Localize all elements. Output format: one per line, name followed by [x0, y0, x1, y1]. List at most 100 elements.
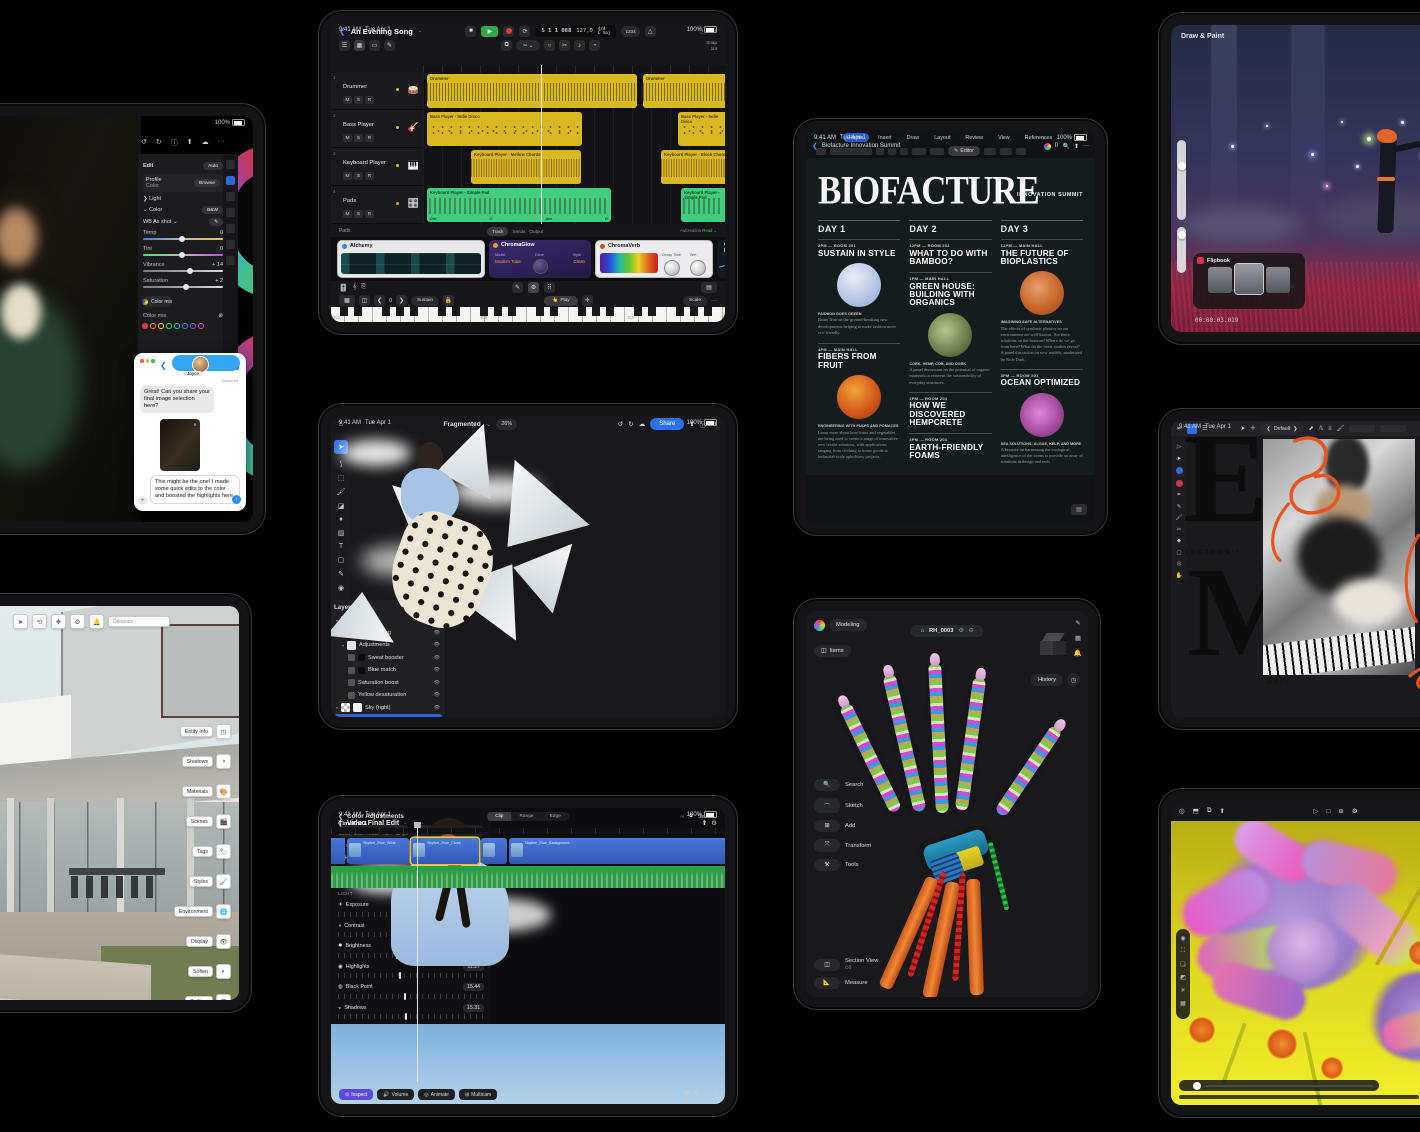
styles-icon[interactable]: 🖌 [216, 874, 231, 889]
add-attachment-button[interactable]: + [138, 496, 147, 505]
info-icon[interactable]: ⓘ [171, 138, 178, 148]
temp-slider[interactable] [143, 238, 223, 240]
split-icon[interactable]: ✂ [559, 40, 570, 51]
midi-region[interactable]: Keyboard Player - Simple Pad [681, 188, 725, 222]
pencil-icon[interactable]: ✎ [1075, 619, 1080, 627]
search-icon[interactable]: 🔍 [814, 779, 840, 791]
flipbook-frame-current[interactable] [1235, 264, 1263, 294]
layer-row-selected[interactable]: Curve👁 [334, 714, 442, 717]
sustain-button[interactable]: Sustain [411, 296, 439, 306]
opacity-slider[interactable] [1177, 227, 1186, 273]
saturation-slider[interactable] [143, 286, 223, 288]
adjustment-row[interactable]: ◍Black Point15.44 [338, 983, 484, 999]
mobile-view-icon[interactable]: ⌷ [1055, 143, 1059, 150]
tab-output[interactable]: Output [529, 229, 543, 234]
wet-knob[interactable] [690, 260, 706, 276]
more-icon[interactable]: ··· [218, 138, 225, 148]
app-logo-icon[interactable] [814, 620, 825, 631]
soften-button[interactable]: Soften [188, 966, 213, 977]
versions-icon[interactable] [226, 256, 235, 265]
vibrance-slider[interactable] [143, 270, 223, 272]
material-icon[interactable]: ◩ [1180, 974, 1186, 981]
zoom-tool-icon[interactable]: ◎ [1177, 561, 1182, 567]
flipbook-panel[interactable]: Flipbook [1193, 253, 1305, 309]
tab-sends[interactable]: Sends [512, 229, 525, 234]
flipbook-frame[interactable] [1208, 267, 1232, 293]
layer-row[interactable]: Blue match👁 [334, 664, 442, 677]
copy-icon[interactable]: ⧉ [501, 40, 512, 51]
timeline-clip[interactable]: Skyline_Blue_Background [509, 838, 725, 864]
track-row[interactable]: 1DrummerMSR🥁 [331, 72, 423, 110]
history-button[interactable]: History [1031, 674, 1063, 686]
auto-button[interactable]: Auto [203, 162, 223, 170]
share-icon[interactable]: ⬆ [1074, 143, 1079, 150]
track-row[interactable]: 2Bass PlayerMSR🎸 [331, 110, 423, 148]
crop-icon[interactable] [226, 160, 235, 169]
render-viewport[interactable] [1171, 821, 1420, 1105]
scenes-icon[interactable]: 🎬 [216, 814, 231, 829]
color-mix-dots[interactable] [142, 323, 224, 329]
masking-icon[interactable] [226, 192, 235, 201]
timeline-clip-selected[interactable]: Skyline_Blue_Close [411, 838, 479, 864]
share-icon[interactable]: ⬆ [702, 819, 707, 827]
environment-icon[interactable]: 🌐 [216, 904, 231, 919]
track-row[interactable]: 4PadsMSR🎛️ [331, 186, 423, 224]
track-row[interactable]: 3Keyboard PlayerMSR🎹 [331, 148, 423, 186]
share-icon[interactable]: ⬆ [1219, 807, 1224, 815]
target-icon[interactable]: ◎ [1179, 807, 1185, 815]
cloud-icon[interactable]: ☁ [202, 138, 209, 148]
edit-tool-icon-active[interactable] [226, 176, 235, 185]
wb-select[interactable]: WB As shot ⌄ [143, 219, 178, 225]
document-page[interactable]: BIOFACTURE INNOVATION SUMMIT DAY 1 2PM —… [806, 158, 1095, 475]
settings-icon[interactable]: ⚙ [70, 614, 85, 629]
plugin-alchemy[interactable]: Alchemy [337, 240, 485, 278]
arrange-area[interactable]: Drummer Drummer Bass Player - Indie Disc… [423, 72, 725, 224]
brush-tool-icon[interactable]: 🖌 [1176, 515, 1183, 521]
scenes-button[interactable]: Scenes [186, 816, 213, 827]
automation-setting[interactable]: Automation Read ⌄ [680, 229, 717, 234]
midi-region[interactable]: Keyboard Player - Simple PadDmCAmG [427, 188, 611, 222]
add-icon[interactable]: ⊞ [814, 820, 840, 832]
tab-track[interactable]: Track [487, 227, 508, 236]
duplicate-icon[interactable]: ⧉ [695, 1091, 699, 1098]
select-tool-icon[interactable]: ▷ [1177, 444, 1181, 450]
mixer-view-icon[interactable]: ▦ [354, 40, 365, 51]
clock-icon[interactable]: ◷ [1067, 673, 1080, 686]
plugin-channel-eq[interactable]: Channel EQ [717, 240, 725, 278]
lasso-tool-icon[interactable]: ⟆ [340, 460, 343, 468]
select-icon[interactable]: ➤ [13, 614, 28, 629]
back-icon[interactable]: ❮ [160, 361, 167, 370]
drive-knob[interactable] [533, 259, 548, 274]
notes-icon[interactable]: 𝄞 [353, 284, 357, 291]
display-icon[interactable]: 👁 [216, 934, 231, 949]
erase-icon[interactable]: ◔ [589, 40, 600, 51]
shadows-button[interactable]: Shadows [182, 756, 213, 767]
play-icon[interactable]: ▷ [1313, 807, 1318, 815]
shadows-icon[interactable]: ◑ [216, 754, 231, 769]
remove-attachment-icon[interactable]: ✕ [192, 421, 198, 427]
styles-button[interactable]: Styles [189, 876, 213, 887]
pencil-tool-icon[interactable]: ✎ [1177, 504, 1182, 510]
more-icon[interactable]: ··· [1083, 143, 1089, 149]
clipboard-icon[interactable]: ⎘ [361, 284, 366, 291]
pen-tool-icon[interactable]: ✒ [1177, 492, 1182, 498]
entity-info-icon[interactable]: ◳ [216, 724, 231, 739]
timeline-ruler[interactable] [423, 65, 725, 72]
record-enable-button[interactable]: R [365, 96, 374, 104]
document-pill[interactable]: ⌂RH_0003⚙⊖ [910, 625, 983, 637]
hand-tool-icon[interactable]: ✋ [1176, 573, 1183, 579]
color-section[interactable]: ⌄ Color [143, 207, 162, 213]
measure-row[interactable]: 📐 Measure [814, 977, 868, 989]
section-view-row[interactable]: ◫ Section ViewOff [814, 958, 878, 971]
midi-region[interactable]: Keyboard Player - Block Chords [661, 150, 725, 184]
more-icon[interactable]: ··· [711, 298, 717, 304]
window-controls[interactable] [140, 359, 155, 363]
split-left-icon[interactable]: ⇤ [703, 1091, 708, 1098]
browse-button[interactable]: Browse [194, 179, 220, 187]
tools-icon[interactable]: ⚒ [814, 859, 840, 871]
multicam-button[interactable]: ⊞Multicam [459, 1089, 497, 1100]
audio-region[interactable]: Drummer [643, 74, 725, 108]
items-button[interactable]: ◫Items [814, 645, 851, 657]
dismiss-keyboard-icon[interactable]: ▤ [1071, 504, 1087, 515]
fill-tool-icon[interactable]: ◆ [1177, 538, 1181, 544]
